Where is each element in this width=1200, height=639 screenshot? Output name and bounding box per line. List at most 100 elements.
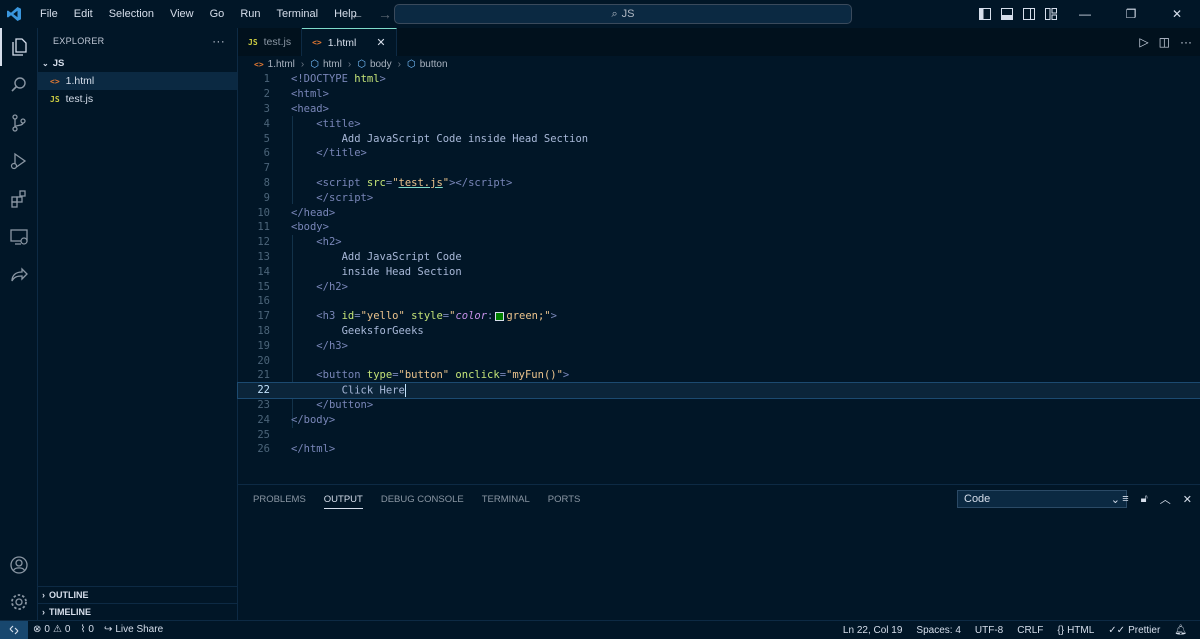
search-label: JS bbox=[621, 8, 635, 20]
cursor-position[interactable]: Ln 22, Col 19 bbox=[838, 625, 908, 636]
more-actions-icon[interactable]: ··· bbox=[1180, 35, 1192, 49]
close-panel-icon[interactable]: ✕ bbox=[1183, 493, 1192, 506]
language-label: HTML bbox=[1067, 624, 1095, 636]
remote-explorer-icon[interactable] bbox=[0, 218, 38, 256]
cube-icon: ⬡ bbox=[357, 58, 366, 70]
customize-layout-icon[interactable] bbox=[1040, 0, 1062, 28]
tab-ports[interactable]: PORTS bbox=[548, 494, 581, 505]
code-line: 1 <!DOCTYPE html> bbox=[263, 73, 386, 86]
tab-terminal[interactable]: TERMINAL bbox=[482, 494, 530, 505]
tab-output[interactable]: OUTPUT bbox=[323, 494, 363, 509]
menu-view[interactable]: View bbox=[162, 0, 202, 28]
live-share-icon: ↪ bbox=[103, 624, 113, 635]
menu-file[interactable]: File bbox=[32, 0, 66, 28]
timeline-label: TIMELINE bbox=[49, 607, 91, 617]
folder-js[interactable]: ⌄ JS bbox=[38, 54, 237, 72]
close-window-button[interactable]: ✕ bbox=[1154, 0, 1200, 28]
menu-selection[interactable]: Selection bbox=[101, 0, 162, 28]
code-line: 14 inside Head Section bbox=[257, 265, 462, 278]
live-share-status[interactable]: ↪ Live Share bbox=[99, 624, 168, 635]
output-channel-select[interactable]: Code ⌄ bbox=[957, 490, 1127, 508]
editor-tabs: JS test.js <> 1.html ✕ ▷ ◫ ··· bbox=[238, 28, 1200, 56]
menu-go[interactable]: Go bbox=[202, 0, 233, 28]
indentation[interactable]: Spaces: 4 bbox=[911, 625, 965, 636]
outline-section[interactable]: › OUTLINE bbox=[38, 586, 238, 603]
menu-edit[interactable]: Edit bbox=[66, 0, 101, 28]
more-actions-icon[interactable]: ··· bbox=[212, 34, 225, 48]
error-count: 0 bbox=[44, 624, 50, 635]
search-view-icon[interactable] bbox=[0, 66, 38, 104]
run-debug-icon[interactable] bbox=[0, 142, 38, 180]
error-icon: ⊗ bbox=[33, 624, 42, 635]
toggle-secondary-sidebar-icon[interactable] bbox=[1018, 0, 1040, 28]
problems-status[interactable]: ⊗ 0 ⚠ 0 bbox=[28, 624, 75, 635]
toggle-sidebar-icon[interactable] bbox=[974, 0, 996, 28]
breadcrumb-body[interactable]: body bbox=[370, 59, 392, 70]
file-name: 1.html bbox=[65, 75, 95, 87]
code-line-current: 22 Click Here bbox=[237, 381, 1200, 399]
text-cursor bbox=[404, 383, 406, 397]
source-control-icon[interactable] bbox=[0, 104, 38, 142]
restore-button[interactable]: ❐ bbox=[1108, 0, 1154, 28]
code-line: 9 </script> bbox=[263, 191, 374, 204]
activity-bar bbox=[0, 28, 38, 620]
tab-debug-console[interactable]: DEBUG CONSOLE bbox=[381, 494, 464, 505]
explorer-icon[interactable] bbox=[0, 28, 38, 66]
file-item-test-js[interactable]: JS test.js bbox=[38, 90, 237, 108]
breadcrumb-button[interactable]: button bbox=[420, 59, 448, 70]
color-swatch[interactable] bbox=[495, 311, 505, 321]
code-line: 12 <h2> bbox=[257, 236, 342, 249]
minimize-button[interactable]: — bbox=[1062, 0, 1108, 28]
extensions-icon[interactable] bbox=[0, 180, 38, 218]
close-icon[interactable]: ✕ bbox=[376, 36, 385, 49]
command-center-search[interactable]: ⌕ JS bbox=[394, 4, 852, 24]
outline-label: OUTLINE bbox=[49, 590, 89, 600]
tab-1-html[interactable]: <> 1.html ✕ bbox=[302, 28, 397, 56]
menu-run[interactable]: Run bbox=[232, 0, 268, 28]
menu-terminal[interactable]: Terminal bbox=[269, 0, 327, 28]
back-arrow-icon[interactable]: ← bbox=[350, 6, 364, 22]
code-line: 6 </title> bbox=[263, 147, 367, 160]
forward-arrow-icon[interactable]: → bbox=[378, 6, 392, 22]
remote-indicator-icon[interactable] bbox=[0, 620, 28, 639]
maximize-panel-icon[interactable]: ︿ bbox=[1160, 491, 1171, 507]
prettier-label: Prettier bbox=[1128, 624, 1161, 636]
language-mode[interactable]: {} HTML bbox=[1052, 625, 1099, 636]
tab-problems[interactable]: PROBLEMS bbox=[253, 494, 306, 505]
split-editor-icon[interactable]: ◫ bbox=[1159, 35, 1170, 49]
code-line: 26 </html> bbox=[257, 443, 336, 456]
code-line: 25 bbox=[257, 428, 270, 441]
live-share-icon[interactable] bbox=[0, 256, 38, 294]
toggle-panel-icon[interactable] bbox=[996, 0, 1018, 28]
lock-icon[interactable]: 🔓︎ bbox=[1141, 493, 1148, 506]
notifications-bell-icon[interactable]: 🔔︎ bbox=[1169, 625, 1192, 636]
menu-bar: File Edit Selection View Go Run Terminal… bbox=[32, 0, 365, 28]
code-editor[interactable]: 1 <!DOCTYPE html> 2 <html> 3 <head> 4 <titl… bbox=[237, 72, 1200, 484]
account-icon[interactable] bbox=[0, 546, 38, 584]
chevron-down-icon: ⌄ bbox=[1110, 493, 1120, 506]
js-file-icon: JS bbox=[248, 37, 258, 47]
code-line: 19 </h3> bbox=[257, 339, 348, 352]
run-file-icon[interactable]: ▷ bbox=[1139, 35, 1148, 49]
chevron-down-icon: ⌄ bbox=[42, 58, 49, 68]
breadcrumb-file[interactable]: 1.html bbox=[268, 59, 295, 70]
code-line: 21 <button type="button" onclick="myFun(… bbox=[257, 369, 570, 382]
code-line: 7 bbox=[263, 162, 270, 175]
settings-gear-icon[interactable] bbox=[0, 583, 38, 621]
prettier-status[interactable]: ✓✓ Prettier bbox=[1103, 625, 1165, 636]
code-line: 4 <title> bbox=[263, 117, 361, 130]
timeline-section[interactable]: › TIMELINE bbox=[38, 603, 238, 620]
encoding[interactable]: UTF-8 bbox=[970, 625, 1008, 636]
html-file-icon: <> bbox=[50, 76, 60, 86]
code-line: 3 <head> bbox=[263, 102, 329, 115]
folder-name: JS bbox=[52, 57, 65, 69]
file-item-1-html[interactable]: <> 1.html bbox=[38, 72, 237, 90]
breadcrumb-html[interactable]: html bbox=[323, 59, 342, 70]
breadcrumb: <> 1.html › ⬡ html › ⬡ body › ⬡ button bbox=[238, 56, 1200, 72]
warning-icon: ⚠ bbox=[52, 624, 62, 635]
tab-test-js[interactable]: JS test.js bbox=[238, 28, 303, 56]
bottom-panel: PROBLEMS OUTPUT DEBUG CONSOLE TERMINAL P… bbox=[238, 484, 1200, 620]
clear-output-icon[interactable]: ≡ bbox=[1122, 493, 1128, 505]
ports-status[interactable]: ⌇ 0 bbox=[75, 624, 98, 635]
line-ending[interactable]: CRLF bbox=[1012, 625, 1048, 636]
